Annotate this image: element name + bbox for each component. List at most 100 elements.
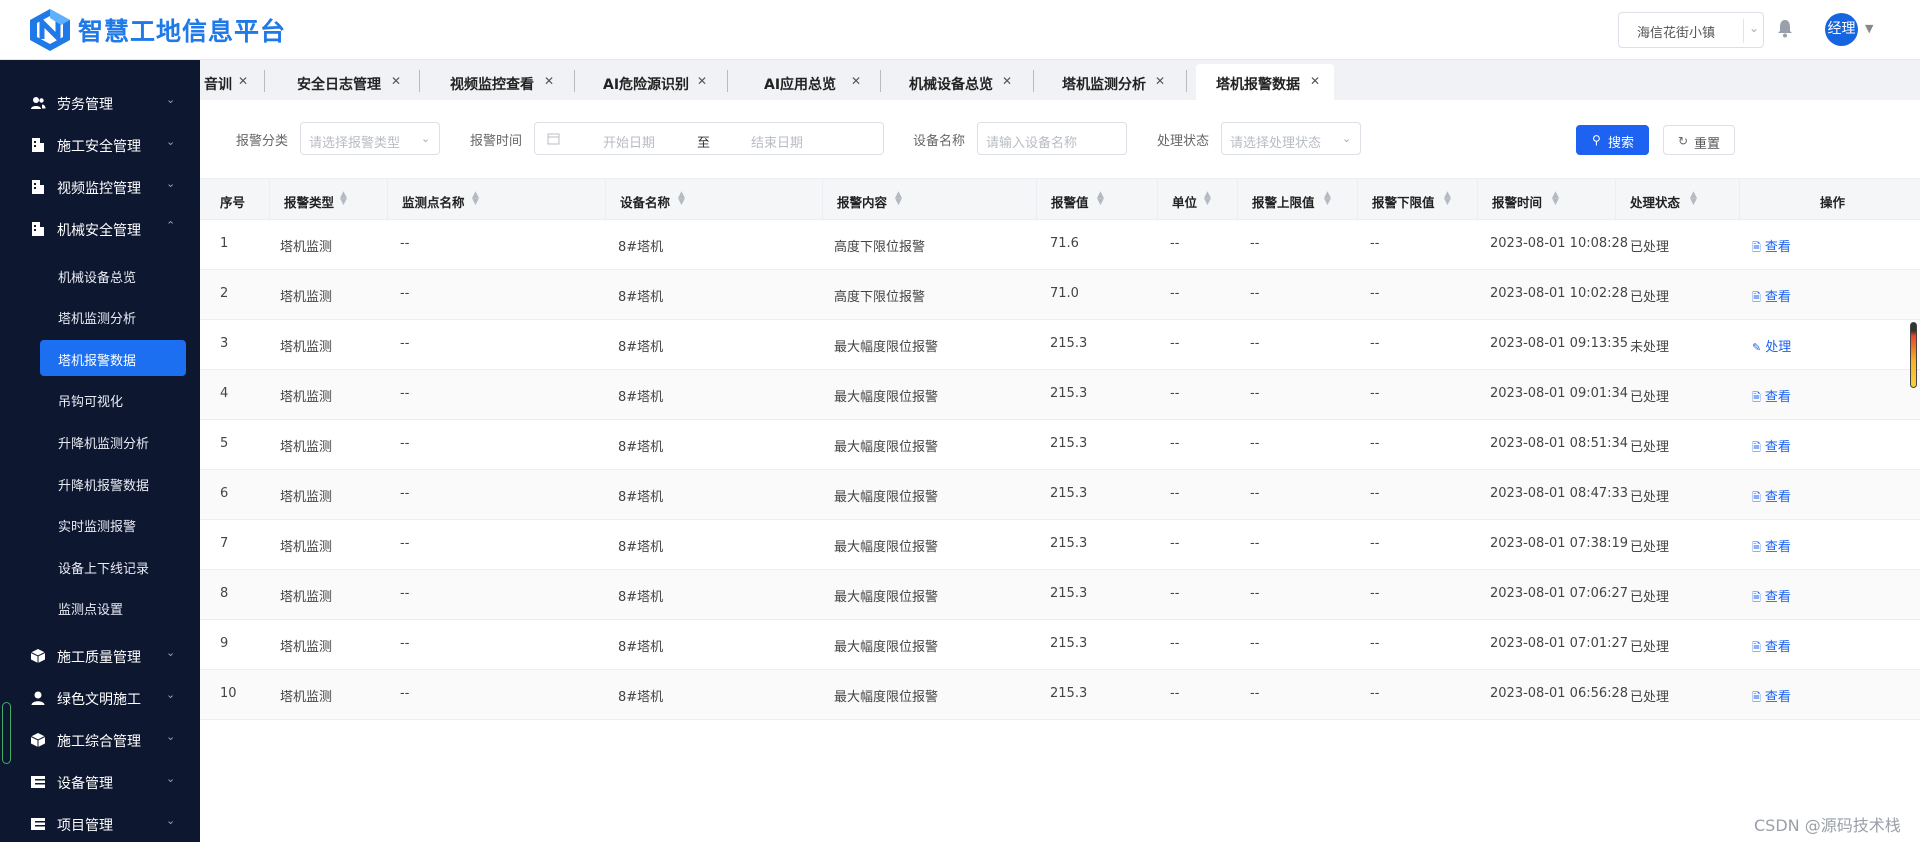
sidebar-subitem-crane-analysis[interactable]: 塔机监测分析 bbox=[40, 298, 186, 334]
view-button[interactable]: 🗎 查看 bbox=[1752, 386, 1791, 408]
sort-icon[interactable]: ▲ ▼ bbox=[895, 191, 902, 207]
device-name-input[interactable]: 请输入设备名称 bbox=[977, 122, 1127, 155]
sidebar-item-machinery-safety[interactable]: 机械安全管理 ⌃ bbox=[0, 210, 200, 248]
column-header-time[interactable]: 报警时间 ▲ ▼ bbox=[1478, 179, 1616, 221]
view-button[interactable]: 🗎 查看 bbox=[1752, 636, 1791, 658]
project-select[interactable]: 海信花街小镇 ⌄ bbox=[1618, 12, 1764, 48]
caret-down-icon[interactable]: ▼ bbox=[1865, 22, 1873, 35]
tab-safety-log[interactable]: 安全日志管理 ✕ bbox=[265, 64, 420, 100]
sidebar-item-labor[interactable]: 劳务管理 ⌄ bbox=[0, 84, 200, 122]
column-header-lower[interactable]: 报警下限值 ▲ ▼ bbox=[1358, 179, 1478, 221]
view-button[interactable]: 🗎 查看 bbox=[1752, 436, 1791, 458]
close-icon[interactable]: ✕ bbox=[544, 74, 554, 88]
sidebar-subitem-hook-visual[interactable]: 吊钩可视化 bbox=[40, 381, 186, 417]
column-header-value[interactable]: 报警值 ▲ ▼ bbox=[1037, 179, 1158, 221]
person-icon bbox=[31, 691, 45, 705]
sidebar-subitem-realtime-alarm[interactable]: 实时监测报警 bbox=[40, 506, 186, 542]
sort-icon[interactable]: ▲ ▼ bbox=[472, 191, 479, 207]
close-icon[interactable]: ✕ bbox=[238, 74, 248, 88]
cell-value: 71.6 bbox=[1050, 236, 1079, 251]
bell-icon[interactable] bbox=[1776, 18, 1794, 38]
cell-upper: -- bbox=[1250, 586, 1260, 601]
cell-upper: -- bbox=[1250, 436, 1260, 451]
tab-ai-overview[interactable]: AI应用总览 ✕ bbox=[728, 64, 881, 100]
alarm-type-select[interactable]: 请选择报警类型 ⌄ bbox=[300, 122, 440, 155]
sort-icon[interactable]: ▲ ▼ bbox=[1097, 191, 1104, 207]
tab-crane-analysis[interactable]: 塔机监测分析 ✕ bbox=[1034, 64, 1187, 100]
sort-icon[interactable]: ▲ ▼ bbox=[678, 191, 685, 207]
cell-device: 8#塔机 bbox=[618, 640, 664, 655]
document-icon: 🗎 bbox=[1752, 541, 1761, 554]
close-icon[interactable]: ✕ bbox=[1155, 74, 1165, 88]
cell-lower: -- bbox=[1370, 536, 1380, 551]
filter-bar: 报警分类 请选择报警类型 ⌄ 报警时间 开始日期 至 结束日期 设备名称 请输入… bbox=[200, 100, 1920, 178]
cell-no: 9 bbox=[220, 636, 229, 651]
sort-icon[interactable]: ▲ ▼ bbox=[1552, 191, 1559, 207]
view-button[interactable]: 🗎 查看 bbox=[1752, 486, 1791, 508]
tab-crane-alarm-data[interactable]: 塔机报警数据 ✕ bbox=[1196, 64, 1334, 100]
sidebar-subitem-monitor-points[interactable]: 监测点设置 bbox=[40, 589, 186, 625]
reset-button[interactable]: ↻ 重置 bbox=[1663, 125, 1735, 155]
sidebar-subitem-elevator-alarm[interactable]: 升降机报警数据 bbox=[40, 465, 186, 501]
close-icon[interactable]: ✕ bbox=[851, 74, 861, 88]
cell-time: 2023-08-01 07:01:27 bbox=[1490, 636, 1629, 651]
sidebar-item-green[interactable]: 绿色文明施工 ⌄ bbox=[0, 679, 200, 717]
cell-lower: -- bbox=[1370, 636, 1380, 651]
sidebar-item-equipment[interactable]: 设备管理 ⌄ bbox=[0, 763, 200, 801]
cell-lower: -- bbox=[1370, 686, 1380, 701]
sidebar-item-quality[interactable]: 施工质量管理 ⌄ bbox=[0, 637, 200, 675]
tab-divider bbox=[1186, 70, 1187, 92]
tab-label: 塔机监测分析 bbox=[1062, 77, 1146, 93]
sidebar-subitem-equipment-overview[interactable]: 机械设备总览 bbox=[40, 257, 186, 293]
view-button[interactable]: 🗎 查看 bbox=[1752, 286, 1791, 308]
alarm-type-label: 报警分类 bbox=[236, 134, 289, 149]
sort-icon[interactable]: ▲ ▼ bbox=[1690, 191, 1697, 207]
tab-video-view[interactable]: 视频监控查看 ✕ bbox=[420, 64, 575, 100]
column-header-device[interactable]: 设备名称 ▲ ▼ bbox=[606, 179, 823, 221]
tab-bar: 音训 ✕ 安全日志管理 ✕ 视频监控查看 ✕ AI危险源识别 ✕ AI应用总览 … bbox=[200, 60, 1920, 100]
column-header-point[interactable]: 监测点名称 ▲ ▼ bbox=[388, 179, 606, 221]
process-button[interactable]: ✎ 处理 bbox=[1752, 336, 1791, 355]
sidebar-item-integrated[interactable]: 施工综合管理 ⌄ bbox=[0, 721, 200, 759]
sidebar-subitem-crane-alarm-data[interactable]: 塔机报警数据 bbox=[40, 340, 186, 376]
sidebar-subitem-elevator-analysis[interactable]: 升降机监测分析 bbox=[40, 423, 186, 459]
alarm-time-range[interactable]: 开始日期 至 结束日期 bbox=[534, 122, 884, 155]
close-icon[interactable]: ✕ bbox=[1310, 74, 1320, 88]
close-icon[interactable]: ✕ bbox=[1002, 74, 1012, 88]
sidebar-item-project[interactable]: 项目管理 ⌄ bbox=[0, 805, 200, 843]
column-header-type[interactable]: 报警类型 ▲ ▼ bbox=[270, 179, 388, 221]
view-button[interactable]: 🗎 查看 bbox=[1752, 536, 1791, 558]
tab-ai-hazard[interactable]: AI危险源识别 ✕ bbox=[575, 64, 728, 100]
sidebar-resize-handle[interactable] bbox=[2, 702, 11, 764]
user-avatar[interactable]: 经理 bbox=[1825, 13, 1858, 46]
status-select[interactable]: 请选择处理状态 ⌄ bbox=[1221, 122, 1361, 155]
sort-icon[interactable]: ▲ ▼ bbox=[340, 191, 347, 207]
sort-icon[interactable]: ▲ ▼ bbox=[1444, 191, 1451, 207]
tab-training[interactable]: 音训 ✕ bbox=[200, 64, 265, 100]
vertical-scrollbar[interactable] bbox=[1910, 322, 1917, 388]
cell-unit: -- bbox=[1170, 336, 1180, 351]
cell-unit: -- bbox=[1170, 636, 1180, 651]
sidebar-subitem-online-records[interactable]: 设备上下线记录 bbox=[40, 548, 186, 584]
tab-equipment-overview[interactable]: 机械设备总览 ✕ bbox=[881, 64, 1034, 100]
close-icon[interactable]: ✕ bbox=[391, 74, 401, 88]
column-header-unit[interactable]: 单位 ▲ ▼ bbox=[1158, 179, 1238, 221]
view-button[interactable]: 🗎 查看 bbox=[1752, 236, 1791, 258]
view-button[interactable]: 🗎 查看 bbox=[1752, 686, 1791, 708]
column-header-content[interactable]: 报警内容 ▲ ▼ bbox=[823, 179, 1037, 221]
building-icon bbox=[32, 180, 44, 194]
chevron-down-icon: ⌄ bbox=[166, 730, 176, 743]
view-button[interactable]: 🗎 查看 bbox=[1752, 586, 1791, 608]
sidebar-item-label: 劳务管理 bbox=[57, 97, 113, 113]
search-button[interactable]: ⚲ 搜索 bbox=[1576, 125, 1649, 155]
close-icon[interactable]: ✕ bbox=[697, 74, 707, 88]
cell-value: 215.3 bbox=[1050, 336, 1088, 351]
sort-icon[interactable]: ▲ ▼ bbox=[1324, 191, 1331, 207]
sidebar-item-construction-safety[interactable]: 施工安全管理 ⌄ bbox=[0, 126, 200, 164]
cell-value: 215.3 bbox=[1050, 486, 1088, 501]
column-header-status[interactable]: 处理状态 ▲ ▼ bbox=[1616, 179, 1740, 221]
sort-icon[interactable]: ▲ ▼ bbox=[1204, 191, 1211, 207]
column-header-upper[interactable]: 报警上限值 ▲ ▼ bbox=[1238, 179, 1358, 221]
sidebar-item-video[interactable]: 视频监控管理 ⌄ bbox=[0, 168, 200, 206]
cell-type: 塔机监测 bbox=[280, 390, 333, 405]
